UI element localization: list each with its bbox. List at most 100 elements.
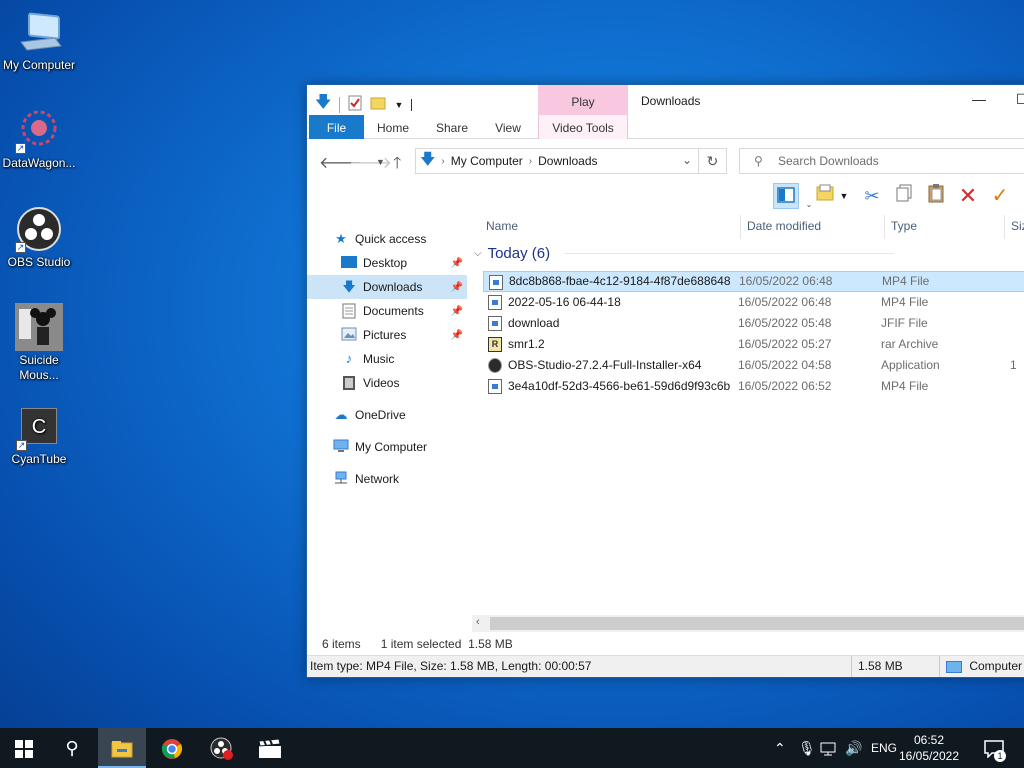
customize-dropdown-icon[interactable]: ▼ — [394, 100, 403, 110]
desktop-icon-label: My Computer — [2, 58, 76, 72]
desktop-icon-my-computer[interactable]: My Computer — [0, 8, 78, 73]
pin-icon[interactable]: 📌 — [451, 258, 463, 269]
obs-taskbar-icon[interactable] — [198, 728, 246, 768]
file-type: rar Archive — [881, 337, 939, 351]
file-date: 16/05/2022 06:48 — [738, 295, 832, 309]
up-button[interactable]: 🡑 — [393, 152, 401, 179]
clapperboard-taskbar-icon[interactable] — [246, 728, 294, 768]
horizontal-scrollbar[interactable]: ‹ — [472, 615, 1024, 632]
collapse-chevron-icon[interactable]: ⌄ — [803, 200, 815, 210]
microphone-icon[interactable]: 🎙 — [798, 728, 816, 768]
nav-quick-access[interactable]: ★ Quick access — [307, 227, 467, 251]
pin-icon[interactable]: 📌 — [451, 330, 463, 341]
file-date: 16/05/2022 06:48 — [739, 274, 833, 288]
nav-network[interactable]: Network — [307, 467, 467, 491]
nav-my-computer[interactable]: My Computer — [307, 435, 467, 459]
nav-onedrive[interactable]: ☁ OneDrive — [307, 403, 467, 427]
nav-documents[interactable]: Documents 📌 — [307, 299, 467, 323]
tab-home[interactable]: Home — [373, 115, 413, 139]
desktop-icon-datawagon[interactable]: ↗ DataWagon... — [0, 106, 78, 171]
nav-label: Music — [363, 352, 395, 366]
cut-icon[interactable]: ✂ — [859, 183, 885, 209]
column-header-type[interactable]: Type — [891, 215, 917, 239]
properties-icon[interactable] — [348, 95, 362, 114]
file-row[interactable]: 3e4a10df-52d3-4566-be61-59d6d9f93c6b 16/… — [483, 376, 1024, 397]
rename-check-icon[interactable]: ✓ — [987, 183, 1013, 209]
tab-file[interactable]: File — [309, 115, 364, 139]
system-clock[interactable]: 06:52 16/05/2022 — [896, 732, 962, 764]
recent-locations-button[interactable]: ▼ — [376, 157, 385, 167]
file-row[interactable]: 8dc8b868-fbae-4c12-9184-4f87de688648 16/… — [483, 271, 1024, 292]
nav-music[interactable]: ♪ Music — [307, 347, 467, 371]
shortcut-arrow-icon: ↗ — [15, 242, 26, 253]
desktop-icon-cyantube[interactable]: C ↗ CyanTube — [0, 408, 78, 467]
tab-view[interactable]: View — [491, 115, 525, 139]
context-tab-play[interactable]: Play — [538, 85, 628, 115]
video-file-icon — [488, 295, 502, 310]
view-options-dropdown-icon[interactable]: ▼ — [837, 183, 851, 209]
forward-button[interactable]: 🡒 — [349, 152, 392, 173]
column-divider[interactable] — [1004, 215, 1005, 239]
scroll-left-arrow-icon[interactable]: ‹ — [476, 616, 480, 628]
address-dropdown-icon[interactable]: ⌄ — [682, 153, 692, 167]
refresh-button[interactable]: ↻ — [699, 148, 727, 174]
nav-videos[interactable]: Videos — [307, 371, 467, 395]
view-options-icon[interactable] — [813, 183, 839, 209]
nav-label: Quick access — [355, 232, 427, 246]
pin-icon[interactable]: 📌 — [451, 282, 463, 293]
breadcrumb-downloads[interactable]: Downloads — [538, 154, 597, 168]
preview-pane-icon[interactable] — [773, 183, 799, 209]
nav-pictures[interactable]: Pictures 📌 — [307, 323, 467, 347]
delete-icon[interactable]: ✕ — [955, 183, 981, 209]
file-explorer-taskbar-icon[interactable] — [98, 728, 146, 768]
search-taskbar-icon[interactable]: ⚲ — [48, 728, 96, 768]
tab-video-tools[interactable]: Video Tools — [538, 115, 628, 139]
minimize-button[interactable]: — — [972, 91, 986, 107]
ribbon-tabs: File Home Share View Video Tools — [307, 115, 1024, 139]
file-name: smr1.2 — [508, 337, 545, 351]
network-tray-icon[interactable] — [820, 728, 836, 768]
cyantube-letter: C — [31, 416, 47, 438]
chrome-taskbar-icon[interactable] — [148, 728, 196, 768]
column-divider[interactable] — [884, 215, 885, 239]
notification-center-icon[interactable]: 1 — [984, 728, 1008, 768]
column-divider[interactable] — [740, 215, 741, 239]
pin-icon[interactable]: 📌 — [451, 306, 463, 317]
nav-desktop[interactable]: Desktop 📌 — [307, 251, 467, 275]
volume-icon[interactable]: 🔊 — [845, 728, 862, 768]
datawagon-icon: ↗ — [15, 106, 63, 154]
column-header-date-modified[interactable]: Date modified — [747, 215, 821, 239]
scrollbar-thumb[interactable] — [490, 617, 1024, 630]
nav-downloads[interactable]: 🡇 Downloads 📌 — [307, 275, 467, 299]
desktop-icon-obs-studio[interactable]: ↗ OBS Studio — [0, 205, 78, 270]
copy-icon[interactable] — [891, 183, 917, 209]
file-name: 8dc8b868-fbae-4c12-9184-4f87de688648 — [509, 274, 731, 288]
desktop-icon-suicide-mouse[interactable]: Suicide Mous... — [0, 303, 78, 383]
new-folder-icon[interactable] — [370, 96, 386, 113]
item-details-text: Item type: MP4 File, Size: 1.58 MB, Leng… — [310, 659, 592, 673]
file-row[interactable]: 2022-05-16 06-44-18 16/05/2022 06:48 MP4… — [483, 292, 1024, 313]
show-hidden-icons-chevron-icon[interactable]: ⌃ — [774, 728, 786, 768]
language-indicator[interactable]: ENG — [871, 728, 897, 768]
file-row[interactable]: OBS-Studio-27.2.4-Full-Installer-x64 16/… — [483, 355, 1024, 376]
group-divider-line — [564, 253, 895, 254]
start-button[interactable] — [0, 728, 48, 768]
address-bar[interactable]: 🡇 › My Computer › Downloads ⌄ — [415, 148, 699, 174]
download-arrow-icon[interactable]: 🡇 — [315, 91, 331, 118]
chevron-down-icon[interactable]: ⌵ — [474, 248, 482, 259]
paste-icon[interactable] — [923, 183, 949, 209]
file-row[interactable]: download 16/05/2022 05:48 JFIF File — [483, 313, 1024, 334]
nav-label: OneDrive — [355, 408, 406, 422]
maximize-button[interactable]: ☐ — [1016, 91, 1024, 108]
search-box[interactable]: ⚲ Search Downloads — [739, 148, 1024, 174]
breadcrumb-my-computer[interactable]: My Computer — [451, 154, 523, 168]
file-row[interactable]: R smr1.2 16/05/2022 05:27 rar Archive — [483, 334, 1024, 355]
details-bar: Item type: MP4 File, Size: 1.58 MB, Leng… — [307, 655, 1024, 677]
downloads-icon: 🡇 — [342, 279, 356, 294]
tab-share[interactable]: Share — [433, 115, 471, 139]
nav-label: Documents — [363, 304, 424, 318]
column-header-size[interactable]: Siz — [1011, 215, 1024, 239]
cyantube-icon: C ↗ — [16, 408, 57, 451]
group-header-today[interactable]: ⌵ Today (6) — [474, 245, 895, 262]
column-header-name[interactable]: Name — [486, 215, 518, 239]
